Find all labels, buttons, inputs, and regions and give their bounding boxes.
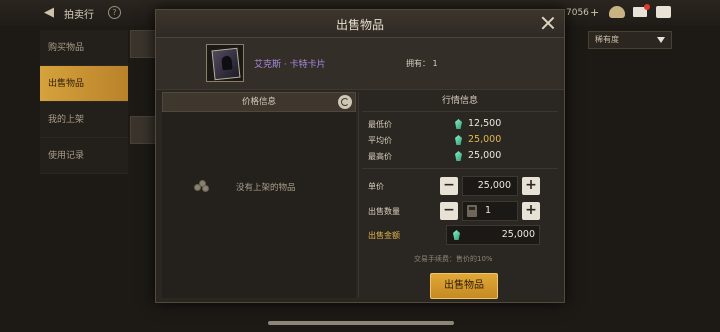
market-info-title: 行情信息	[362, 92, 558, 112]
unit-price-input[interactable]: 25,000	[462, 176, 518, 196]
sidebar-item-sell[interactable]: 出售物品	[40, 66, 128, 102]
owned-value: 1	[432, 59, 438, 68]
price-info-panel: 价格信息 没有上架的物品	[162, 92, 356, 298]
calculator-icon[interactable]	[467, 205, 477, 217]
unit-price-row: 单价 − 25,000 +	[368, 176, 558, 196]
quantity-input[interactable]: 1	[462, 201, 518, 221]
back-arrow-icon[interactable]: ◀	[44, 6, 58, 20]
empty-listings-text: 没有上架的物品	[236, 183, 296, 193]
market-divider	[362, 168, 558, 169]
decrease-price-button[interactable]: −	[440, 177, 458, 195]
sidebar-item-my-listings[interactable]: 我的上架	[40, 102, 128, 138]
price-info-title: 价格信息	[241, 97, 276, 107]
panel-divider	[358, 92, 359, 298]
gem-icon	[455, 135, 462, 145]
coins-icon	[194, 180, 210, 192]
quantity-row: 出售数量 − 1 +	[368, 201, 558, 221]
refresh-icon[interactable]	[338, 95, 352, 109]
sidebar-item-history[interactable]: 使用记录	[40, 138, 128, 174]
total-value: 25,000	[501, 229, 535, 240]
market-label: 最低价	[368, 120, 392, 129]
sidebar: 购买物品 出售物品 我的上架 使用记录	[40, 30, 128, 174]
page-title: 拍卖行	[64, 10, 94, 21]
market-row-highest: 最高价 25,000	[362, 148, 558, 164]
close-icon[interactable]	[540, 15, 556, 31]
item-summary: 艾克斯 · 卡特卡片 拥有： 1	[156, 38, 564, 90]
dialog-title: 出售物品	[335, 18, 384, 32]
dropdown-triangle-icon	[657, 37, 665, 43]
gem-icon	[453, 230, 460, 240]
bag-icon[interactable]	[609, 6, 625, 18]
market-value: 12,500	[468, 118, 502, 129]
market-label: 最高价	[368, 152, 392, 161]
item-name: 艾克斯 · 卡特卡片	[254, 60, 326, 70]
decrease-quantity-button[interactable]: −	[440, 202, 458, 220]
owned-label: 拥有：	[406, 59, 430, 68]
market-row-average: 平均价 25,000	[362, 132, 558, 148]
sidebar-item-buy[interactable]: 购买物品	[40, 30, 128, 66]
total-amount: 25,000	[446, 225, 540, 245]
dialog-header: 出售物品	[156, 10, 564, 38]
increase-price-button[interactable]: +	[522, 177, 540, 195]
market-label: 平均价	[368, 136, 392, 145]
market-info-panel: 行情信息 最低价 12,500 平均价 25,000 最高价 25,000	[362, 92, 558, 169]
sell-button[interactable]: 出售物品	[430, 273, 498, 299]
owned-count: 拥有： 1	[406, 58, 438, 69]
sell-item-dialog: 出售物品 艾克斯 · 卡特卡片 拥有： 1 价格信息 没有上架的物品 行情信息 …	[155, 9, 565, 303]
total-row: 出售金额 25,000	[368, 225, 558, 245]
add-currency-icon[interactable]: +	[590, 6, 599, 19]
item-thumbnail[interactable]	[206, 44, 244, 82]
market-value: 25,000	[468, 150, 502, 161]
notification-dot-icon	[644, 4, 650, 10]
home-indicator[interactable]	[268, 321, 454, 325]
card-image	[211, 47, 241, 81]
gem-icon	[455, 151, 462, 161]
fee-note: 交易手续费：售价的10%	[414, 255, 493, 263]
market-row-lowest: 最低价 12,500	[362, 116, 558, 132]
currency-amount: 7056	[566, 8, 589, 18]
unit-price-label: 单价	[368, 182, 384, 191]
market-value: 25,000	[468, 134, 502, 145]
total-label: 出售金额	[368, 231, 400, 240]
increase-quantity-button[interactable]: +	[522, 202, 540, 220]
rarity-dropdown-value: 稀有度	[595, 35, 619, 44]
help-icon[interactable]: ?	[108, 6, 121, 19]
chat-icon[interactable]	[656, 6, 671, 18]
quantity-label: 出售数量	[368, 207, 400, 216]
gem-icon	[455, 119, 462, 129]
price-info-header: 价格信息	[162, 92, 356, 112]
quantity-value: 1	[485, 205, 492, 216]
rarity-dropdown[interactable]: 稀有度	[588, 31, 672, 49]
